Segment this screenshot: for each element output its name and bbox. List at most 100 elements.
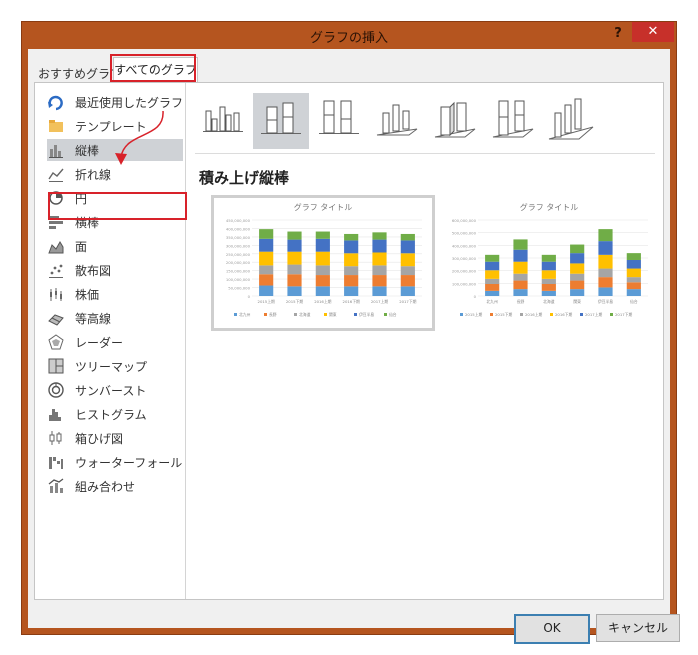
sidebar-item-label: 組み合わせ — [75, 480, 136, 494]
stacked-column-icon — [261, 102, 301, 134]
surface-chart-icon — [48, 314, 64, 326]
subtype-3d-stacked-column[interactable] — [427, 93, 483, 149]
bar-segment — [485, 290, 500, 296]
bar-segment — [344, 275, 359, 287]
bar-segment — [570, 253, 585, 264]
subtype-title: 積み上げ縦棒 — [199, 169, 290, 187]
sidebar-item-scatter-chart[interactable]: 散布図 — [47, 259, 183, 281]
sidebar-item-recent[interactable]: 最近使用したグラフ — [47, 91, 183, 113]
legend-label: 2017上期 — [585, 312, 602, 317]
bar-segment — [287, 251, 302, 265]
legend-label: 2016下期 — [555, 312, 572, 317]
3d-column-icon — [548, 98, 594, 140]
sidebar-item-treemap[interactable]: ツリーマップ — [47, 355, 183, 377]
x-tick-label: 北海道 — [543, 299, 555, 304]
bar-segment — [259, 265, 274, 275]
sidebar-item-line-chart[interactable]: 折れ線 — [47, 163, 183, 185]
legend-label: 関東 — [329, 312, 337, 317]
subtype-clustered-column[interactable] — [195, 93, 251, 149]
legend-swatch — [294, 313, 297, 316]
bar-segment — [626, 259, 641, 269]
dialog-title: グラフの挿入 — [309, 31, 388, 46]
bar-segment — [513, 239, 528, 250]
legend-swatch — [354, 313, 357, 316]
bar-segment — [372, 275, 387, 287]
sidebar-item-combo-chart[interactable]: 組み合わせ — [47, 475, 183, 497]
combo-chart-icon — [48, 478, 64, 493]
subtype-3d-percent-stacked-column[interactable] — [485, 93, 541, 149]
x-tick-label: 長野 — [517, 299, 525, 304]
y-tick-label: 600,000,000 — [452, 218, 477, 223]
bar-segment — [541, 270, 556, 279]
y-tick-label: 300,000,000 — [226, 243, 251, 248]
bar-segment — [485, 261, 500, 271]
sidebar-item-pie-chart[interactable]: 円 — [47, 187, 183, 209]
subtype-stacked-column[interactable] — [253, 93, 309, 149]
bar-segment — [400, 286, 415, 296]
3d-clustered-column-icon — [376, 104, 418, 136]
bar-segment — [485, 270, 500, 279]
chart-preview-1[interactable]: グラフ タイトル 450,000,000 400,000,000 350,000,0… — [211, 195, 435, 331]
tab-bar: おすすめグラフ すべてのグラフ — [28, 49, 670, 84]
sidebar-item-histogram[interactable]: ヒストグラム — [47, 403, 183, 425]
y-tick-label: 350,000,000 — [226, 235, 251, 240]
sidebar-item-label: ウォーターフォール — [75, 456, 183, 470]
sidebar-item-waterfall[interactable]: ウォーターフォール — [47, 451, 183, 473]
tab-recommended[interactable]: おすすめグラフ — [38, 65, 122, 82]
bar-segment — [315, 251, 330, 266]
legend-swatch — [384, 313, 387, 316]
x-tick-label: 2015上期 — [258, 299, 275, 304]
bar-segment — [344, 233, 359, 241]
sidebar-item-box-whisker[interactable]: 箱ひげ図 — [47, 427, 183, 449]
bar-segment — [626, 268, 641, 278]
bar-segment — [400, 240, 415, 254]
sidebar-item-surface-chart[interactable]: 等高線 — [47, 307, 183, 329]
waterfall-icon — [49, 457, 63, 469]
bar-segment — [570, 244, 585, 254]
bar-segment — [513, 289, 528, 296]
title-bar[interactable]: グラフの挿入 ? ✕ — [22, 22, 676, 48]
ok-button[interactable]: OK — [514, 614, 590, 644]
bar-segment — [541, 278, 556, 284]
bar-segment — [513, 249, 528, 262]
sidebar-item-stock-chart[interactable]: 株価 — [47, 283, 183, 305]
bar-segment — [598, 229, 613, 242]
help-button[interactable]: ? — [608, 24, 628, 44]
bar-segment — [626, 253, 641, 260]
bar-segment — [400, 266, 415, 276]
chart-preview-2[interactable]: グラフ タイトル 600,000,000 500,000,000 400,000,0… — [437, 195, 661, 331]
legend-label: 2017下期 — [615, 312, 632, 317]
bar-segment — [598, 287, 613, 296]
legend-swatch — [234, 313, 237, 316]
bar-segment — [344, 266, 359, 276]
sidebar-item-label: レーダー — [75, 336, 124, 350]
bar-segment — [570, 263, 585, 274]
chart-subtype-bar — [195, 93, 655, 149]
bar-segment — [626, 282, 641, 290]
subtype-3d-column[interactable] — [543, 93, 599, 149]
legend-swatch — [460, 313, 463, 316]
sidebar-item-bar-chart[interactable]: 横棒 — [47, 211, 183, 233]
bar-segment — [372, 286, 387, 296]
bar-segment — [315, 265, 330, 276]
cancel-button[interactable]: キャンセル — [596, 614, 680, 642]
subtype-percent-stacked-column[interactable] — [311, 93, 367, 149]
sidebar-item-column-chart[interactable]: 縦棒 — [47, 139, 183, 161]
sidebar-item-folder[interactable]: テンプレート — [47, 115, 183, 137]
bar-segment — [372, 265, 387, 276]
subtype-3d-clustered-column[interactable] — [369, 93, 425, 149]
sidebar-item-area-chart[interactable]: 面 — [47, 235, 183, 257]
tab-all-charts[interactable]: すべてのグラフ — [113, 57, 198, 84]
close-button[interactable]: ✕ — [632, 22, 674, 42]
legend-label: 2015下期 — [495, 312, 512, 317]
percent-stacked-column-icon — [319, 100, 359, 134]
x-tick-label: 仙台 — [630, 299, 638, 304]
legend-label: 北九州 — [239, 312, 251, 317]
bar-segment — [287, 264, 302, 275]
bar-segment — [400, 253, 415, 267]
sidebar-item-label: ヒストグラム — [75, 408, 147, 422]
sidebar-item-label: ツリーマップ — [75, 360, 148, 374]
sidebar-item-sunburst[interactable]: サンバースト — [47, 379, 183, 401]
bar-segment — [541, 290, 556, 296]
sidebar-item-radar-chart[interactable]: レーダー — [47, 331, 183, 353]
